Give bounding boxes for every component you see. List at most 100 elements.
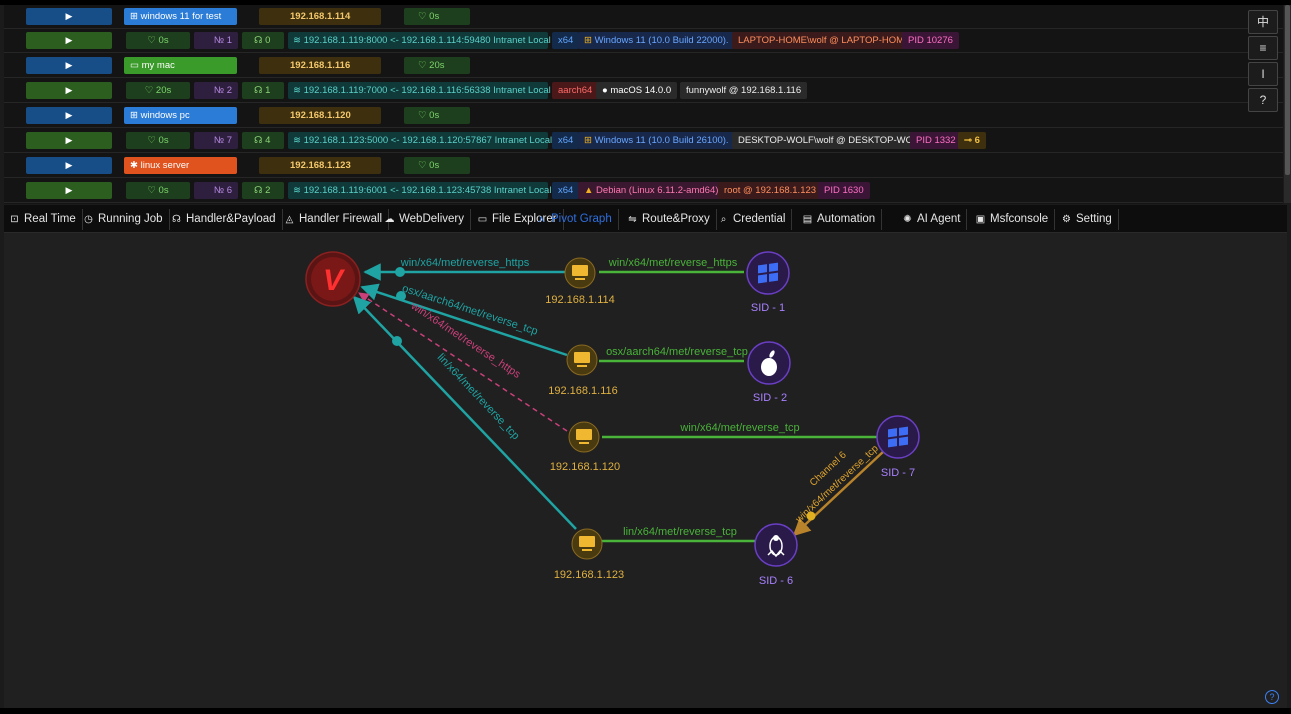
host-ip-label: 192.168.1.123 [554, 569, 624, 581]
tunnel-info: ≋ 192.168.1.123:5000 <- 192.168.1.120:57… [288, 132, 552, 149]
heart-icon: ♡ [418, 110, 430, 121]
windows-icon: ⊞ [130, 11, 141, 22]
headset-icon: ☊ [172, 214, 181, 225]
tab-msfconsole[interactable]: ▣ Msfconsole [970, 209, 1056, 230]
host-name-badge: ✱ linux server [124, 157, 237, 174]
tab-ai-agent[interactable]: ✺ AI Agent [897, 209, 968, 230]
expand-button[interactable]: ▶ [26, 8, 112, 25]
expand-button[interactable]: ▶ [26, 132, 112, 149]
monitor-icon [579, 536, 595, 547]
host-ip: 192.168.1.123 [259, 157, 381, 174]
heart-icon: ♡ [418, 11, 430, 22]
expand-button[interactable]: ▶ [26, 157, 112, 174]
host-ip-label: 192.168.1.114 [545, 294, 615, 306]
tunnel-info: ≋ 192.168.1.119:8000 <- 192.168.1.114:59… [288, 32, 551, 49]
session-row-2[interactable]: ▶ ♡ 20s № 2 ☊ 1 ≋ 192.168.1.119:7000 <- … [4, 79, 1283, 103]
help-button[interactable]: ? [1248, 88, 1278, 112]
headset-icon: ☊ [254, 185, 266, 196]
fire-icon: ◬ [285, 214, 294, 225]
host-row-my-mac[interactable]: ▶ ▭ my mac 192.168.1.116 ♡ 20s [4, 54, 1283, 78]
expand-button[interactable]: ▶ [26, 57, 112, 74]
session-row-1[interactable]: ▶ ♡ 0s № 1 ☊ 0 ≋ 192.168.1.119:8000 <- 1… [4, 29, 1283, 53]
host-row-windows-pc[interactable]: ▶ ⊞ windows pc 192.168.1.120 ♡ 0s [4, 104, 1283, 128]
host-duration: ♡ 0s [404, 107, 470, 124]
bottom-edge [0, 708, 1291, 714]
ai-icon: ✺ [903, 214, 912, 225]
clock-icon: ◷ [84, 214, 93, 225]
tab-webdelivery[interactable]: ☁ WebDelivery [379, 209, 471, 230]
session-label: SID - 6 [759, 575, 793, 587]
session-row-6[interactable]: ▶ ♡ 0s № 6 ☊ 2 ≋ 192.168.1.119:6001 <- 1… [4, 179, 1283, 203]
session-row-7[interactable]: ▶ ♡ 0s № 7 ☊ 4 ≋ 192.168.1.123:5000 <- 1… [4, 129, 1283, 153]
number-icon: № [213, 135, 227, 146]
language-button[interactable]: 中 [1248, 10, 1278, 34]
host-node-120[interactable]: 192.168.1.120 [550, 421, 620, 473]
tab-pivot-graph[interactable]: ⋏ Pivot Graph [531, 209, 619, 230]
pivot-graph-svg[interactable]: win/x64/met/reverse_https osx/aarch64/me… [4, 233, 1287, 708]
session-duration: ♡ 0s [126, 182, 190, 199]
align-icon[interactable]: ≡ [1248, 36, 1278, 60]
os-badge: ● macOS 14.0.0 [596, 82, 678, 99]
host-row-linux-server[interactable]: ▶ ✱ linux server 192.168.1.123 ♡ 0s [4, 154, 1283, 178]
host-ip-label: 192.168.1.120 [550, 461, 620, 473]
arch-badge: x64 [552, 182, 580, 199]
number-icon: № [213, 35, 227, 46]
session-node-sid2[interactable]: SID - 2 [747, 341, 791, 404]
heart-icon: ♡ [147, 185, 159, 196]
session-node-sid1[interactable]: SID - 1 [746, 251, 790, 314]
headset-icon: ☊ [254, 135, 266, 146]
expand-button[interactable]: ▶ [26, 32, 112, 49]
monitor-icon [572, 265, 588, 276]
help-icon[interactable]: ? [1265, 690, 1279, 704]
tab-setting[interactable]: ⚙ Setting [1056, 209, 1119, 230]
windows-icon: ⊞ [584, 135, 595, 146]
heart-icon: ♡ [147, 35, 159, 46]
host-duration: ♡ 20s [404, 57, 470, 74]
script-icon: ▤ [802, 214, 813, 225]
number-icon: № [213, 85, 227, 96]
edge-label: win/x64/met/reverse_https [400, 257, 530, 269]
session-node-sid7[interactable]: SID - 7 [876, 415, 920, 479]
text-cursor-icon[interactable]: I [1248, 62, 1278, 86]
host-row-windows-11-for-test[interactable]: ▶ ⊞ windows 11 for test 192.168.1.114 ♡ … [4, 5, 1283, 29]
heart-icon: ♡ [418, 60, 430, 71]
expand-button[interactable]: ▶ [26, 107, 112, 124]
session-number: № 1 [194, 32, 238, 49]
expand-button[interactable]: ▶ [26, 182, 112, 199]
session-node-sid6[interactable]: SID - 6 [754, 523, 798, 587]
hub-label: V [323, 264, 346, 297]
laptop-icon: ▭ [130, 60, 142, 71]
session-list: ▶ ⊞ windows 11 for test 192.168.1.114 ♡ … [4, 5, 1283, 204]
user-badge: funnywolf @ 192.168.1.116 [680, 82, 808, 99]
tab-handler-payload[interactable]: ☊ Handler&Payload [166, 209, 283, 230]
arch-badge: aarch64 [552, 82, 599, 99]
os-badge: ▲ Debian (Linux 6.11.2-amd64) [578, 182, 725, 199]
handler-count: ☊ 2 [242, 182, 284, 199]
tab-handler-firewall[interactable]: ◬ Handler Firewall [279, 209, 390, 230]
session-number: № 2 [194, 82, 238, 99]
edge-label: win/x64/met/reverse_https [608, 257, 738, 269]
tab-credential[interactable]: ⌕ Credential [713, 209, 793, 230]
session-scrollbar-thumb[interactable] [1285, 5, 1290, 175]
monitor-icon [574, 352, 590, 363]
tunnel-info: ≋ 192.168.1.119:7000 <- 192.168.1.116:56… [288, 82, 551, 99]
tab-real-time[interactable]: ⊡ Real Time [4, 209, 83, 230]
host-node-114[interactable]: 192.168.1.114 [545, 257, 615, 306]
msf-hub-node[interactable]: V [305, 251, 361, 307]
expand-button[interactable]: ▶ [26, 82, 112, 99]
tab-running-job[interactable]: ◷ Running Job [78, 209, 170, 230]
host-ip: 192.168.1.116 [259, 57, 381, 74]
host-name-badge: ⊞ windows pc [124, 107, 237, 124]
windows-icon: ⊞ [130, 110, 141, 121]
session-duration: ♡ 20s [126, 82, 190, 99]
pid-badge: PID 1332 [910, 132, 962, 149]
arch-badge: x64 [552, 132, 580, 149]
wifi-icon: ≋ [293, 185, 304, 196]
search-icon: ⌕ [720, 214, 727, 225]
tab-automation[interactable]: ▤ Automation [797, 209, 883, 230]
tab-bar: ⊡ Real Time ◷ Running Job ☊ Handler&Payload… [4, 205, 1287, 233]
pivot-graph-canvas[interactable]: win/x64/met/reverse_https osx/aarch64/me… [4, 233, 1287, 708]
tab-route-proxy[interactable]: ⇋ Route&Proxy [622, 209, 717, 230]
handler-count: ☊ 4 [242, 132, 284, 149]
host-node-123[interactable]: 192.168.1.123 [554, 528, 624, 581]
